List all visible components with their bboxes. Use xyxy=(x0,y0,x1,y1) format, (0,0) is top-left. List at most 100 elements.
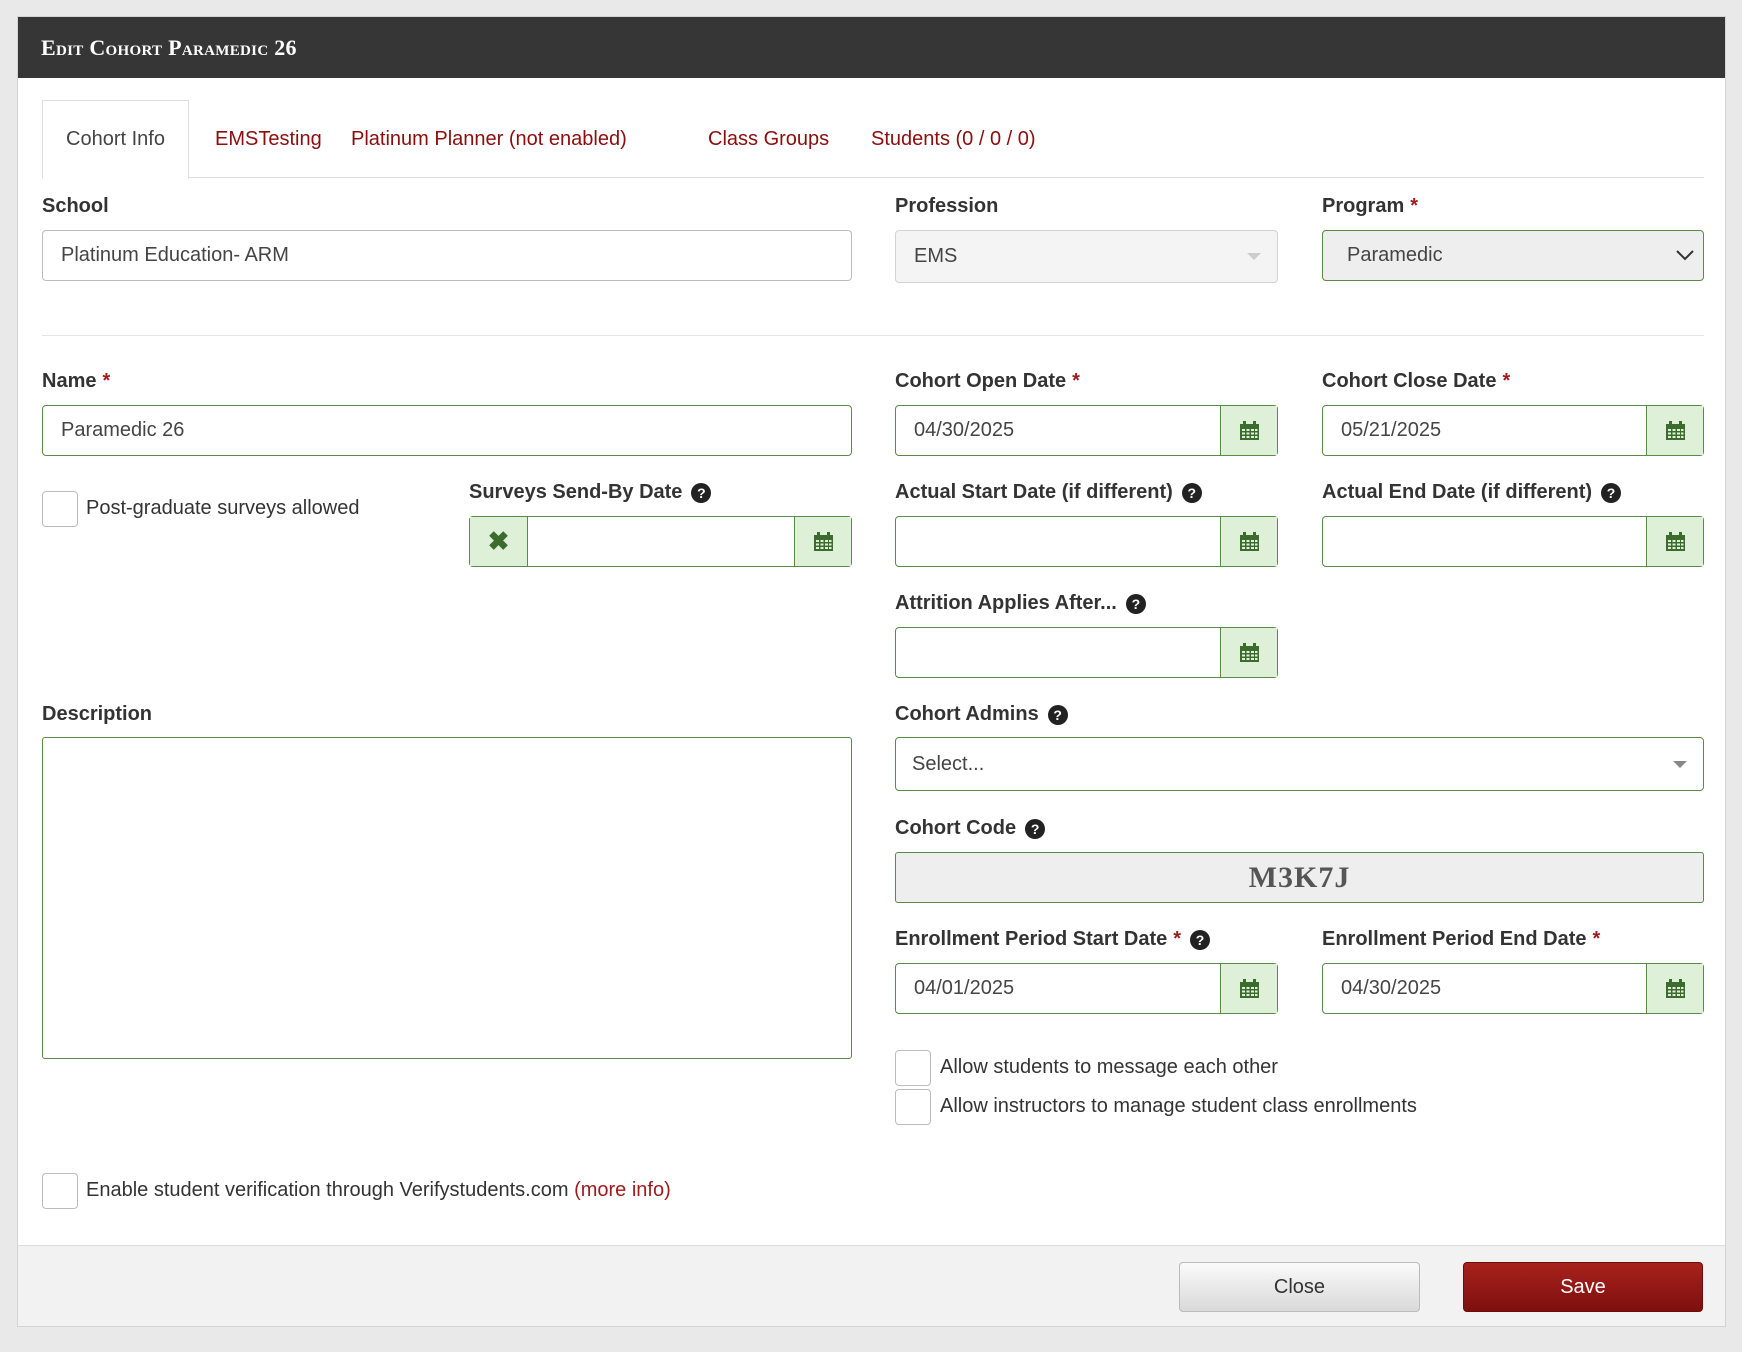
enroll-start-label-text: Enrollment Period Start Date xyxy=(895,928,1168,950)
actual-end-input[interactable] xyxy=(1323,517,1646,566)
name-label-text: Name xyxy=(42,370,97,392)
description-label-text: Description xyxy=(42,703,153,725)
required-asterisk: * xyxy=(1410,195,1419,217)
actual-start-input[interactable] xyxy=(896,517,1220,566)
surveys-send-by-label: Surveys Send-By Date? xyxy=(469,481,712,504)
cohort-admins-placeholder: Select... xyxy=(912,752,985,775)
cohort-open-date-picker: 04/30/2025 xyxy=(895,405,1278,456)
attrition-label: Attrition Applies After...? xyxy=(895,592,1146,615)
enroll-end-picker: 04/30/2025 xyxy=(1322,963,1704,1014)
profession-value: EMS xyxy=(914,245,958,267)
help-icon[interactable]: ? xyxy=(1025,818,1046,839)
description-textarea[interactable] xyxy=(42,737,852,1059)
allow-messaging-label: Allow students to message each other xyxy=(940,1056,1278,1078)
cohort-code-display: M3K7J xyxy=(895,852,1704,903)
close-icon: ✖ xyxy=(487,526,510,556)
program-select[interactable]: Paramedic xyxy=(1322,230,1704,281)
calendar-button[interactable] xyxy=(1646,517,1703,566)
profession-select[interactable]: EMS xyxy=(895,230,1278,283)
clear-date-button[interactable]: ✖ xyxy=(470,517,528,566)
profession-label: Profession xyxy=(895,195,998,218)
actual-start-label-text: Actual Start Date (if different) xyxy=(895,481,1173,503)
calendar-button[interactable] xyxy=(1646,964,1703,1013)
calendar-button[interactable] xyxy=(794,517,851,566)
post-grad-surveys-checkbox[interactable] xyxy=(42,491,78,527)
enroll-start-input[interactable]: 04/01/2025 xyxy=(896,964,1220,1013)
chevron-down-icon xyxy=(1673,761,1687,768)
tab-cohort-info[interactable]: Cohort Info xyxy=(42,100,189,179)
save-button[interactable]: Save xyxy=(1463,1262,1703,1312)
surveys-send-by-picker: ✖ xyxy=(469,516,852,567)
calendar-button[interactable] xyxy=(1220,406,1277,455)
help-icon[interactable]: ? xyxy=(1190,929,1211,950)
tab-class-groups[interactable]: Class Groups xyxy=(708,100,829,178)
actual-end-label: Actual End Date (if different)? xyxy=(1322,481,1622,504)
calendar-icon xyxy=(1239,531,1259,551)
required-asterisk: * xyxy=(1502,370,1511,392)
calendar-icon xyxy=(1239,642,1259,662)
help-icon[interactable]: ? xyxy=(1125,593,1146,614)
verify-students-label: Enable student verification through Veri… xyxy=(86,1179,671,1202)
tab-platinum-planner[interactable]: Platinum Planner (not enabled) xyxy=(351,100,627,178)
help-icon[interactable]: ? xyxy=(691,482,712,503)
cohort-close-date-input[interactable]: 05/21/2025 xyxy=(1323,406,1646,455)
program-label: Program * xyxy=(1322,195,1418,218)
allow-messaging-checkbox[interactable] xyxy=(895,1050,931,1086)
modal-title: Edit Cohort Paramedic 26 xyxy=(41,34,297,60)
cohort-code-label-text: Cohort Code xyxy=(895,817,1017,839)
help-icon[interactable]: ? xyxy=(1601,482,1622,503)
name-input[interactable]: Paramedic 26 xyxy=(42,405,852,456)
required-asterisk: * xyxy=(102,370,111,392)
actual-start-label: Actual Start Date (if different)? xyxy=(895,481,1202,504)
calendar-button[interactable] xyxy=(1220,517,1277,566)
more-info-link[interactable]: (more info) xyxy=(574,1179,671,1201)
enroll-end-input[interactable]: 04/30/2025 xyxy=(1323,964,1646,1013)
modal-footer: Close Save xyxy=(18,1245,1725,1326)
calendar-button[interactable] xyxy=(1646,406,1703,455)
calendar-button[interactable] xyxy=(1220,964,1277,1013)
verify-students-text: Enable student verification through Veri… xyxy=(86,1179,569,1201)
surveys-send-by-label-text: Surveys Send-By Date xyxy=(469,481,683,503)
calendar-icon xyxy=(1665,420,1685,440)
cohort-close-date-picker: 05/21/2025 xyxy=(1322,405,1704,456)
surveys-send-by-input[interactable] xyxy=(528,517,794,566)
verify-students-checkbox[interactable] xyxy=(42,1173,78,1209)
allow-instructors-checkbox[interactable] xyxy=(895,1089,931,1125)
program-value: Paramedic xyxy=(1347,244,1443,266)
name-label: Name * xyxy=(42,370,110,393)
cohort-close-date-label: Cohort Close Date * xyxy=(1322,370,1510,393)
section-divider xyxy=(42,335,1704,336)
required-asterisk: * xyxy=(1592,928,1601,950)
tab-emstesting[interactable]: EMSTesting xyxy=(215,100,322,178)
tab-students[interactable]: Students (0 / 0 / 0) xyxy=(871,100,1036,178)
chevron-down-icon xyxy=(1247,253,1261,260)
school-label: School xyxy=(42,195,109,218)
enroll-end-label: Enrollment Period End Date * xyxy=(1322,928,1600,951)
enroll-end-label-text: Enrollment Period End Date xyxy=(1322,928,1587,950)
school-input[interactable]: Platinum Education- ARM xyxy=(42,230,852,281)
calendar-button[interactable] xyxy=(1220,628,1277,677)
description-label: Description xyxy=(42,703,152,726)
attrition-input[interactable] xyxy=(896,628,1220,677)
edit-cohort-modal: Edit Cohort Paramedic 26 Cohort Info EMS… xyxy=(17,16,1726,1327)
enroll-start-label: Enrollment Period Start Date *? xyxy=(895,928,1211,951)
calendar-icon xyxy=(813,531,833,551)
actual-start-picker xyxy=(895,516,1278,567)
cohort-admins-select[interactable]: Select... xyxy=(895,737,1704,791)
modal-header: Edit Cohort Paramedic 26 xyxy=(18,17,1725,78)
calendar-icon xyxy=(1239,978,1259,998)
tab-bar: Cohort Info EMSTesting Platinum Planner … xyxy=(42,100,1704,179)
program-label-text: Program xyxy=(1322,195,1405,217)
cohort-open-date-label: Cohort Open Date * xyxy=(895,370,1080,393)
help-icon[interactable]: ? xyxy=(1047,704,1068,725)
chevron-down-icon xyxy=(1676,250,1694,261)
school-label-text: School xyxy=(42,195,109,217)
cohort-admins-label: Cohort Admins? xyxy=(895,703,1068,726)
help-icon[interactable]: ? xyxy=(1181,482,1202,503)
allow-instructors-label: Allow instructors to manage student clas… xyxy=(940,1095,1417,1117)
cohort-open-date-input[interactable]: 04/30/2025 xyxy=(896,406,1220,455)
actual-end-picker xyxy=(1322,516,1704,567)
cohort-open-date-label-text: Cohort Open Date xyxy=(895,370,1067,392)
attrition-label-text: Attrition Applies After... xyxy=(895,592,1117,614)
close-button[interactable]: Close xyxy=(1179,1262,1420,1312)
